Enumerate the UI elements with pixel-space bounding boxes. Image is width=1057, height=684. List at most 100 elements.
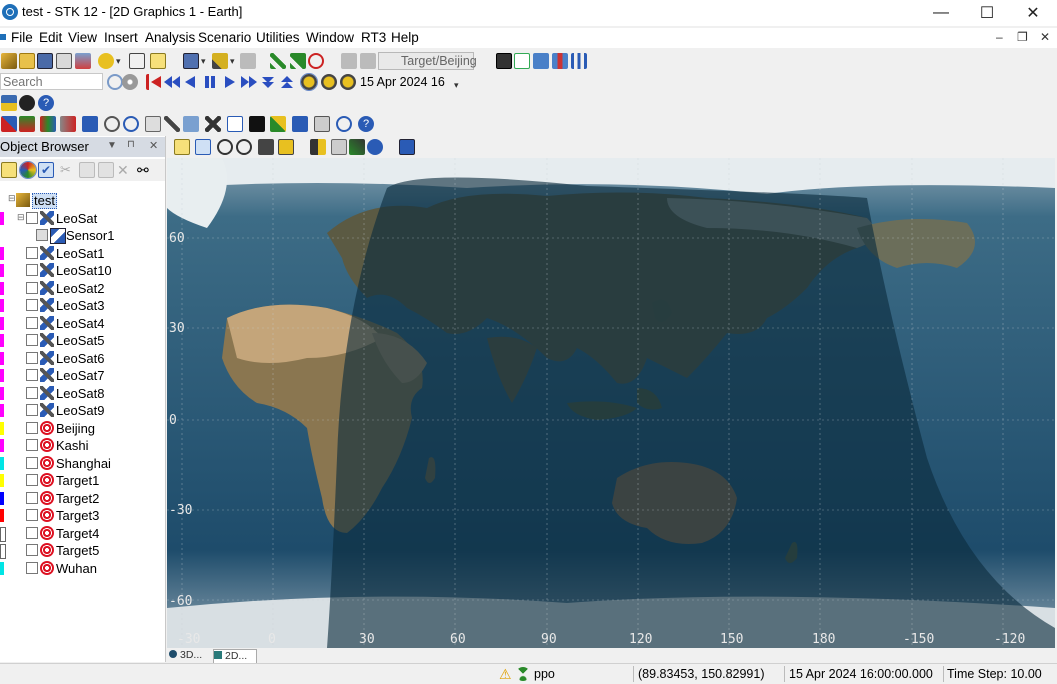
tree-item-target3[interactable]: Target3 <box>0 507 165 524</box>
graph-icon[interactable] <box>19 116 35 132</box>
visibility-checkbox[interactable] <box>26 544 38 556</box>
github-icon[interactable] <box>19 95 35 111</box>
normal-time-icon[interactable] <box>340 74 356 90</box>
tree-item-leosat8[interactable]: LeoSat8 <box>0 385 165 402</box>
insert-object-icon[interactable] <box>183 53 199 69</box>
tree-item-kashi[interactable]: Kashi <box>0 437 165 454</box>
visibility-checkbox[interactable] <box>26 456 38 469</box>
save-icon[interactable] <box>37 53 53 69</box>
menu-insert[interactable]: Insert <box>104 30 138 45</box>
coverage-icon[interactable] <box>308 53 324 69</box>
chevron-down-icon[interactable]: ▾ <box>116 56 121 67</box>
tree-item-leosat6[interactable]: LeoSat6 <box>0 350 165 367</box>
collapse-icon[interactable]: ⊟ <box>8 193 16 204</box>
menu-scenario[interactable]: Scenario <box>198 30 251 45</box>
mdi-minimize-button[interactable]: – <box>996 30 1003 44</box>
close-button[interactable]: ✕ <box>1010 0 1056 26</box>
tree-item-leosat1[interactable]: LeoSat1 <box>0 245 165 262</box>
menu-file[interactable]: File <box>11 30 33 45</box>
tree-item-leosat3[interactable]: LeoSat3 <box>0 297 165 314</box>
download-icon[interactable] <box>82 116 98 132</box>
tree-item-shanghai[interactable]: Shanghai <box>0 455 165 472</box>
mdi-restore-button[interactable]: ❐ <box>1017 30 1028 44</box>
tree-item-leosat10[interactable]: LeoSat10 <box>0 262 165 279</box>
zoom-in-icon[interactable] <box>217 139 233 155</box>
tree-item-sensor1[interactable]: Sensor1 <box>0 227 165 244</box>
decrease-step-icon[interactable] <box>260 74 276 90</box>
tree-item-target2[interactable]: Target2 <box>0 490 165 507</box>
tree-item-leosat2[interactable]: LeoSat2 <box>0 280 165 297</box>
new-scenario-icon[interactable] <box>1 53 17 69</box>
visibility-checkbox[interactable] <box>26 439 38 451</box>
current-time-field[interactable]: 15 Apr 2024 16 <box>360 73 456 91</box>
maximize-button[interactable]: ☐ <box>964 0 1010 26</box>
visibility-checkbox[interactable] <box>26 526 38 539</box>
properties-icon[interactable] <box>75 53 91 69</box>
chevron-down-icon[interactable]: ▾ <box>454 80 459 91</box>
realtime-icon[interactable] <box>300 73 318 91</box>
grid-icon[interactable] <box>60 116 76 132</box>
pin-icon[interactable]: ⊓ <box>127 139 135 150</box>
visibility-checkbox[interactable] <box>26 316 38 329</box>
lightbulb-icon[interactable] <box>98 53 114 69</box>
visibility-checkbox[interactable] <box>26 211 38 224</box>
tree-item-leosat9[interactable]: LeoSat9 <box>0 402 165 419</box>
checklist-icon[interactable] <box>514 53 530 69</box>
visibility-checkbox[interactable] <box>26 246 38 259</box>
chevron-down-icon[interactable]: ▾ <box>201 56 206 67</box>
globe-icon[interactable] <box>367 139 383 155</box>
tree-item-test[interactable]: ⊟ test <box>0 192 165 209</box>
tree-item-wuhan[interactable]: Wuhan <box>0 560 165 577</box>
reset-icon[interactable] <box>146 74 162 90</box>
tree-item-beijing[interactable]: Beijing <box>0 420 165 437</box>
menu-utilities[interactable]: Utilities <box>256 30 300 45</box>
terminal-icon[interactable] <box>249 116 265 132</box>
map-export-icon[interactable] <box>399 139 415 155</box>
pan-hand-icon[interactable] <box>195 139 211 155</box>
xreal-icon[interactable] <box>321 74 337 90</box>
visibility-checkbox[interactable] <box>26 351 38 364</box>
timer-icon[interactable] <box>336 116 352 132</box>
play-forward-icon[interactable] <box>222 74 238 90</box>
zoom-out-icon[interactable] <box>236 139 252 155</box>
pause-icon[interactable] <box>202 74 218 90</box>
menu-analysis[interactable]: Analysis <box>145 30 195 45</box>
bars-icon[interactable] <box>552 53 568 69</box>
minimize-button[interactable]: — <box>918 0 964 26</box>
save-as-icon[interactable] <box>56 53 72 69</box>
report-icon[interactable] <box>150 53 166 69</box>
step-back-icon[interactable] <box>164 74 180 90</box>
camera-icon[interactable] <box>258 139 274 155</box>
table-icon[interactable] <box>227 116 243 132</box>
step-forward-icon[interactable] <box>241 74 257 90</box>
about-icon[interactable]: ? <box>358 116 374 132</box>
building-icon[interactable] <box>314 116 330 132</box>
color-wheel-icon[interactable] <box>19 161 37 179</box>
chevron-down-icon[interactable]: ▼ <box>107 140 117 151</box>
tree-item-leosat7[interactable]: LeoSat7 <box>0 367 165 384</box>
visibility-checkbox[interactable] <box>26 404 38 416</box>
tool-icon[interactable] <box>1 116 17 132</box>
target-combo[interactable]: Target/Beijing <box>378 52 477 70</box>
monitor-icon[interactable] <box>496 53 512 69</box>
mdi-close-button[interactable]: ✕ <box>1040 30 1050 44</box>
visibility-checkbox[interactable] <box>26 369 38 381</box>
tree-item-target1[interactable]: Target1 <box>0 472 165 489</box>
collapse-icon[interactable]: ⊟ <box>17 212 25 223</box>
chevron-down-icon[interactable]: ▾ <box>230 56 235 67</box>
chain-icon[interactable] <box>270 53 286 69</box>
tree-item-leosat5[interactable]: LeoSat5 <box>0 332 165 349</box>
tree-item-target5[interactable]: Target5 <box>0 542 165 559</box>
visibility-checkbox[interactable] <box>26 299 38 311</box>
measure-tool-icon[interactable] <box>310 139 326 155</box>
menu-rt3[interactable]: RT3 <box>361 30 386 45</box>
search-input[interactable] <box>0 73 103 90</box>
binoculars-icon[interactable]: ⚯ <box>137 162 153 178</box>
increase-step-icon[interactable] <box>279 74 295 90</box>
sync-icon[interactable] <box>533 53 549 69</box>
visibility-checkbox[interactable] <box>36 229 48 241</box>
visibility-checkbox[interactable] <box>26 281 38 294</box>
menu-window[interactable]: Window <box>306 30 354 45</box>
visibility-checkbox[interactable] <box>26 264 38 276</box>
menu-help[interactable]: Help <box>391 30 419 45</box>
